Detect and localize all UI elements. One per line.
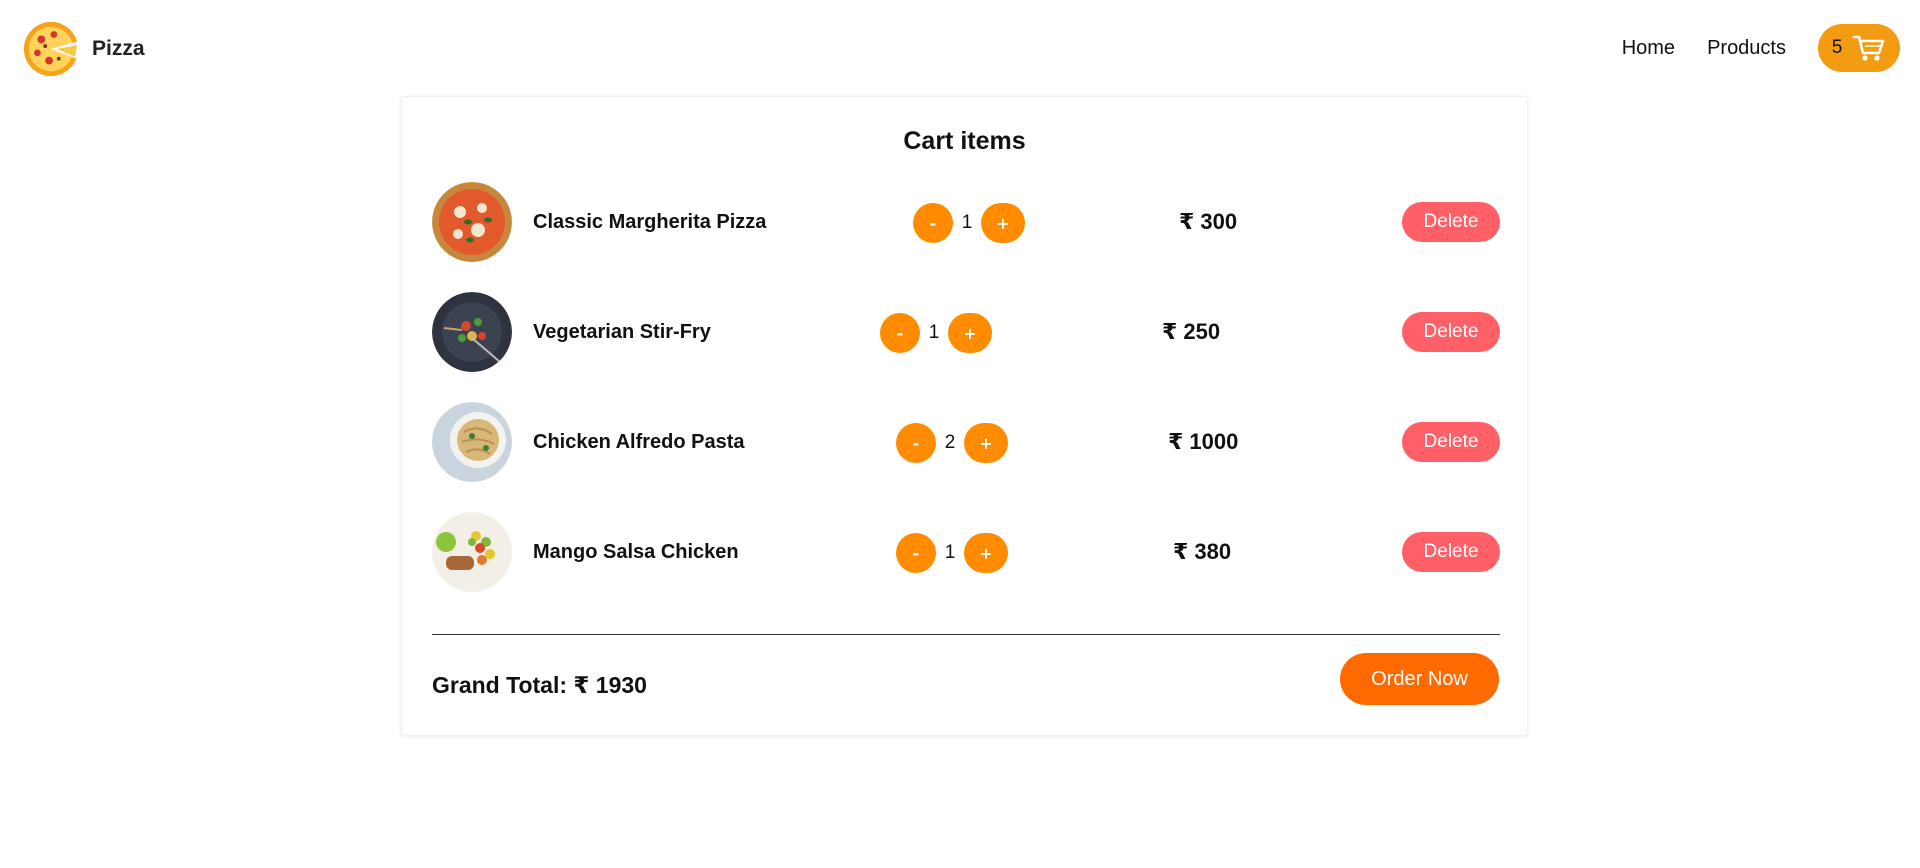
decrease-quantity-button[interactable]: - [896, 423, 936, 463]
stir-fry-thumbnail [432, 292, 512, 372]
delete-item-button[interactable]: Delete [1402, 422, 1500, 462]
shopping-cart-icon [1852, 35, 1885, 61]
item-price: ₹ 300 [1179, 209, 1238, 234]
main-nav: Home Products 5 [1622, 24, 1900, 72]
quantity-value: 1 [944, 542, 956, 563]
cart-item-row: Chicken Alfredo Pasta - 2 + ₹ 1000 Delet… [432, 402, 1500, 482]
quantity-stepper: - 1 + [880, 312, 992, 354]
cart-count-badge: 5 [1831, 37, 1843, 58]
decrease-quantity-button[interactable]: - [880, 313, 920, 353]
increase-quantity-button[interactable]: + [964, 423, 1008, 463]
quantity-value: 1 [928, 322, 940, 343]
brand[interactable]: Pizza [22, 18, 145, 80]
increase-quantity-button[interactable]: + [964, 533, 1008, 573]
quantity-stepper: - 1 + [913, 202, 1025, 244]
brand-name: Pizza [92, 37, 145, 60]
item-price: ₹ 1000 [1168, 429, 1239, 454]
delete-item-button[interactable]: Delete [1402, 312, 1500, 352]
item-price: ₹ 250 [1162, 319, 1221, 344]
decrease-quantity-button[interactable]: - [913, 203, 953, 243]
pasta-thumbnail [432, 402, 512, 482]
delete-item-button[interactable]: Delete [1402, 202, 1500, 242]
item-name: Chicken Alfredo Pasta [533, 431, 745, 453]
item-name: Vegetarian Stir-Fry [533, 321, 711, 343]
cart-item-row: Classic Margherita Pizza - 1 + ₹ 300 Del… [432, 182, 1500, 262]
quantity-stepper: - 2 + [896, 422, 1008, 464]
delete-item-button[interactable]: Delete [1402, 532, 1500, 572]
pizza-logo-icon [23, 21, 79, 77]
increase-quantity-button[interactable]: + [981, 203, 1025, 243]
order-now-button[interactable]: Order Now [1340, 653, 1499, 705]
cart-item-row: Mango Salsa Chicken - 1 + ₹ 380 Delete [432, 512, 1500, 592]
site-header: Pizza Home Products 5 [0, 0, 1920, 98]
chicken-salsa-thumbnail [432, 512, 512, 592]
cart-button[interactable]: 5 [1818, 24, 1900, 72]
nav-products-link[interactable]: Products [1707, 37, 1786, 60]
item-name: Classic Margherita Pizza [533, 211, 767, 233]
item-name: Mango Salsa Chicken [533, 541, 739, 563]
cart-item-row: Vegetarian Stir-Fry - 1 + ₹ 250 Delete [432, 292, 1500, 372]
grand-total-label: Grand Total: [432, 672, 568, 698]
increase-quantity-button[interactable]: + [948, 313, 992, 353]
decrease-quantity-button[interactable]: - [896, 533, 936, 573]
item-price: ₹ 380 [1173, 539, 1232, 564]
cart-title: Cart items [903, 127, 1026, 155]
pizza-thumbnail [432, 182, 512, 262]
cart-card: Cart items Classic Margherita Pizza - 1 … [401, 96, 1528, 736]
grand-total-value: ₹ 1930 [573, 672, 647, 698]
total-divider [432, 634, 1500, 635]
quantity-value: 2 [944, 432, 956, 453]
grand-total: Grand Total: ₹ 1930 [432, 665, 647, 705]
quantity-stepper: - 1 + [896, 532, 1008, 574]
quantity-value: 1 [961, 212, 973, 233]
nav-home-link[interactable]: Home [1622, 37, 1675, 60]
